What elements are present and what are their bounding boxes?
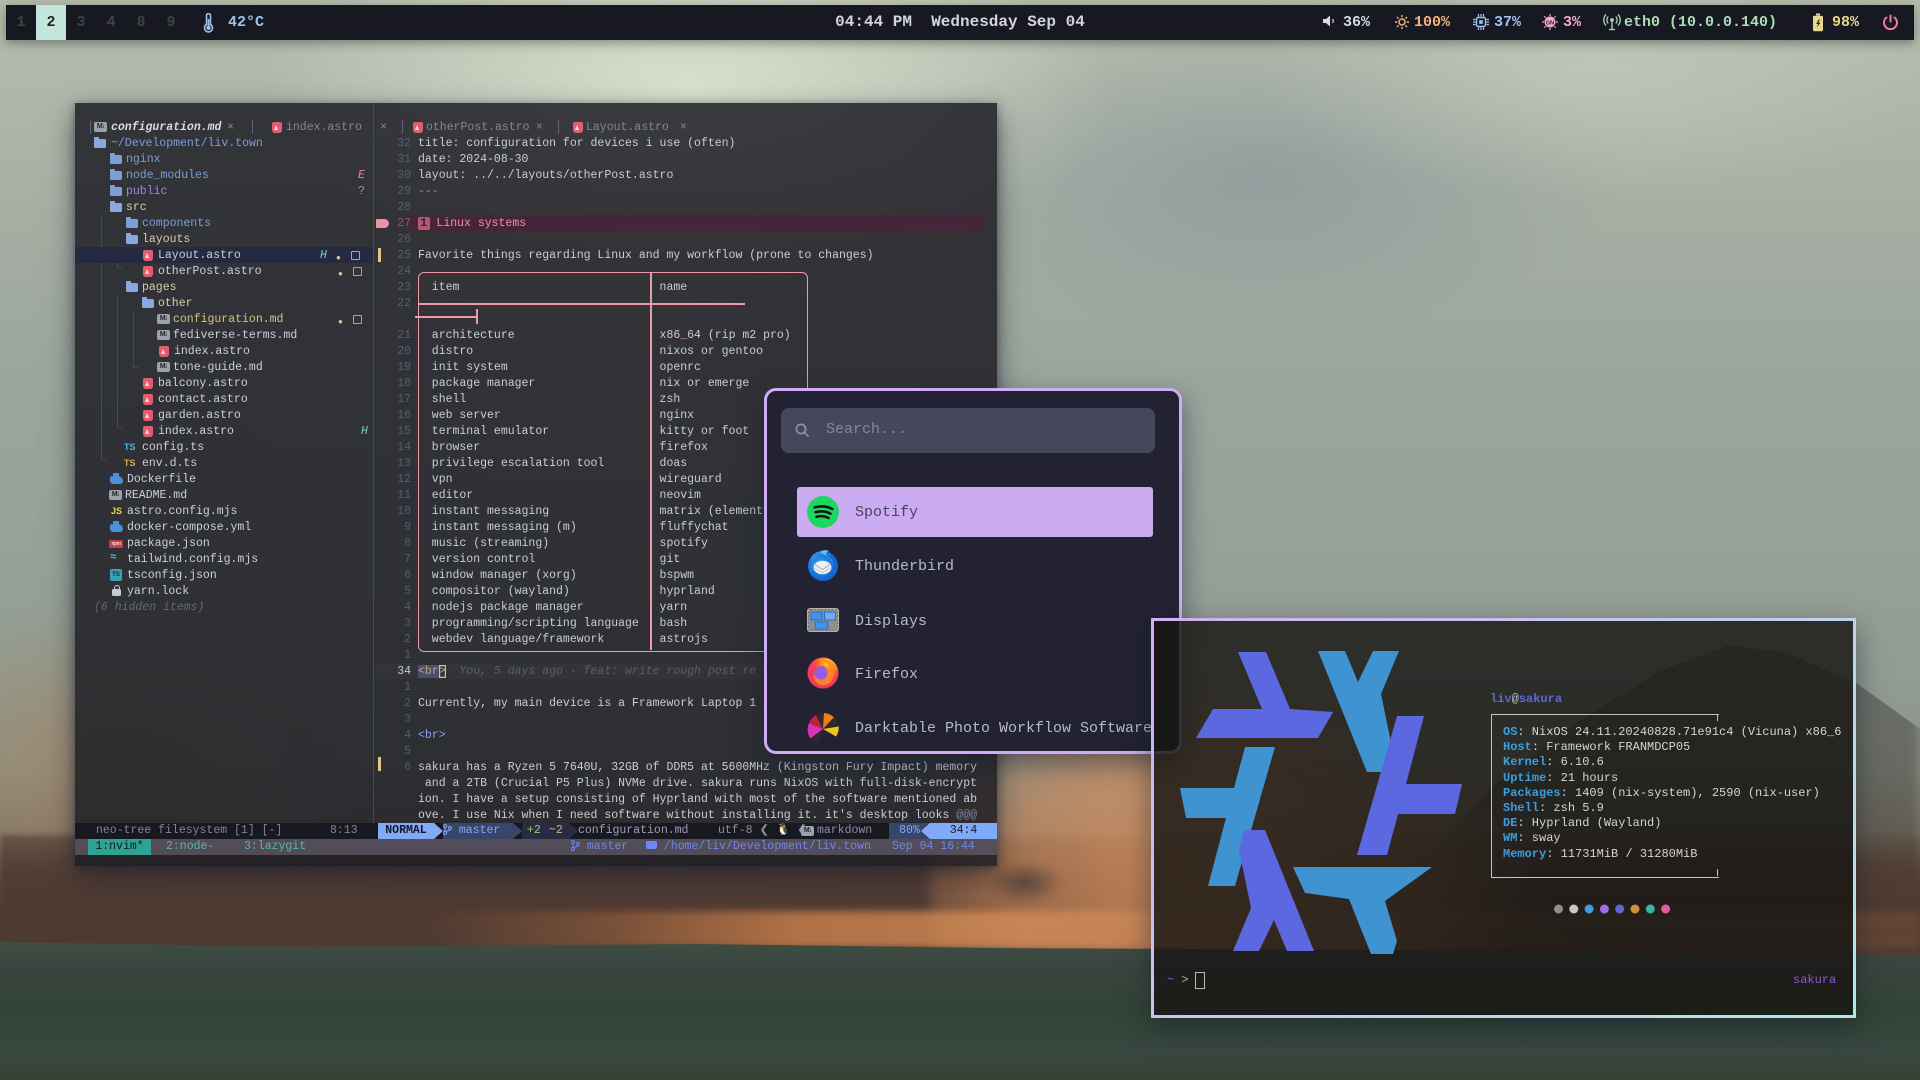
svg-text:GN: GN (1546, 21, 1554, 27)
